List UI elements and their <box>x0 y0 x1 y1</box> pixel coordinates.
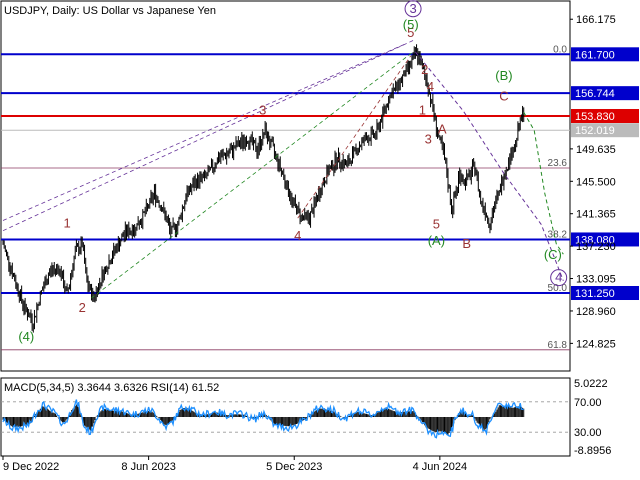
price-tick-label-0: 166.175 <box>576 14 616 26</box>
wave-label-15: B <box>462 236 471 251</box>
wave-label-4: 4 <box>294 228 301 243</box>
price-tick-label-5: 149.635 <box>576 144 616 156</box>
price-level-tag-text-2: 153.830 <box>575 111 615 123</box>
price-tick-label-10: 133.095 <box>576 274 616 286</box>
fibonacci-label-1: 23.6 <box>548 158 568 169</box>
price-tick-label-6: 145.500 <box>576 176 616 188</box>
x-label-3: 4 Jun 2024 <box>413 461 467 473</box>
x-label-2: 5 Dec 2023 <box>266 461 322 473</box>
x-label-1: 8 Jun 2023 <box>121 461 175 473</box>
price-level-tag-text-4: 131.250 <box>575 288 615 300</box>
wave-label-17: (B) <box>495 68 512 83</box>
wave-label-1: 1 <box>63 216 70 231</box>
wave-label-3: 3 <box>259 103 266 118</box>
chart-title: USDJPY, Daily: US Dollar vs Japanese Yen <box>4 5 216 17</box>
price-tick-label-7: 141.365 <box>576 209 616 221</box>
price-level-tag-text-0: 161.700 <box>575 49 615 61</box>
wave-label-9: 4 <box>427 79 434 94</box>
price-level-tag-text-1: 156.744 <box>575 88 615 100</box>
wave-label-7: 3 <box>409 1 416 16</box>
fibonacci-label-4: 61.8 <box>548 340 568 351</box>
price-level-tag-text-5: 152.019 <box>575 125 615 137</box>
wave-label-19: 4 <box>555 270 562 285</box>
wave-label-0: (4) <box>18 329 34 344</box>
wave-label-18: (C) <box>544 247 562 262</box>
indicator-label: MACD(5,34,5) 3.3644 3.6326 RSI(14) 61.52 <box>4 382 219 394</box>
wave-label-2: 2 <box>79 300 86 315</box>
price-tick-label-12: 128.960 <box>576 306 616 318</box>
wave-label-11: A <box>438 121 447 136</box>
indicator-tick-3: -8.8956 <box>574 445 611 457</box>
indicator-tick-2: 30.00 <box>574 427 602 439</box>
indicator-tick-0: 5.0222 <box>574 378 608 390</box>
wave-label-10: 1 <box>419 103 426 118</box>
price-tick-label-13: 124.825 <box>576 338 616 350</box>
wave-label-6: (5) <box>403 17 419 32</box>
wave-label-14: (A) <box>428 233 445 248</box>
wave-label-13: 5 <box>433 216 440 231</box>
usdjpy-chart: 0.023.638.250.061.8 (4)12345(5)3241A35(A… <box>0 0 640 480</box>
wave-label-8: 2 <box>421 62 428 77</box>
price-tick-label-9: 137.230 <box>576 241 616 253</box>
wave-label-16: C <box>499 89 508 104</box>
x-label-0: 9 Dec 2022 <box>3 461 59 473</box>
indicator-tick-1: 70.00 <box>574 397 602 409</box>
wave-label-12: 3 <box>425 132 432 147</box>
